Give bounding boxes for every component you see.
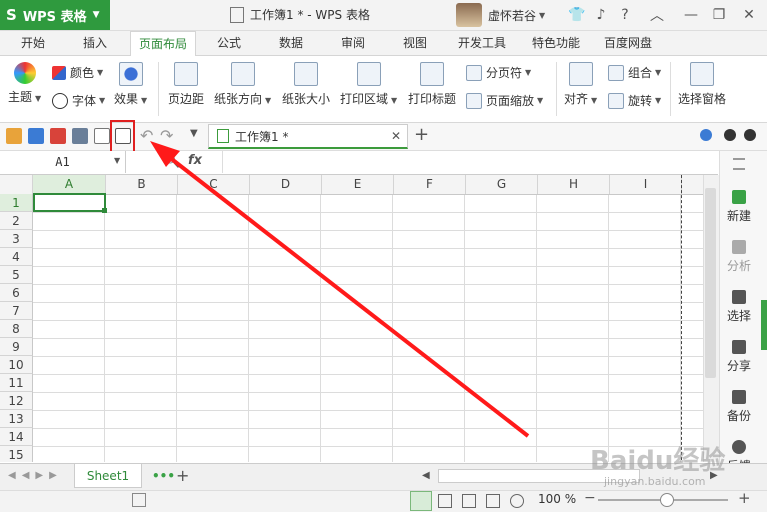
analyze-icon	[732, 240, 746, 254]
normal-view-icon[interactable]	[410, 491, 432, 511]
side-backup-label: 备份	[726, 409, 751, 423]
menu-icon[interactable]	[733, 158, 745, 170]
status-bar	[0, 490, 767, 512]
panel-toggle[interactable]	[761, 300, 767, 350]
feedback-icon	[732, 440, 746, 454]
side-analyze-button[interactable]: 分析	[719, 240, 759, 274]
side-new-label: 新建	[726, 209, 751, 223]
zoom-in-button[interactable]: +	[738, 489, 751, 507]
eye-protection-icon[interactable]	[510, 494, 524, 508]
sheet-tab[interactable]: Sheet1	[74, 464, 142, 488]
zoom-out-button[interactable]: −	[584, 490, 596, 506]
backup-icon	[732, 390, 746, 404]
scroll-left-icon[interactable]: ◀	[422, 470, 430, 481]
zoom-slider-knob[interactable]	[660, 493, 674, 507]
add-sheet-button[interactable]: +	[176, 466, 189, 485]
side-share-button[interactable]: 分享	[719, 340, 759, 374]
select-icon	[732, 290, 746, 304]
side-new-button[interactable]: 新建	[719, 190, 759, 224]
macro-icon[interactable]	[132, 493, 146, 507]
annotation-arrow	[150, 141, 530, 438]
page-layout-view-icon[interactable]	[462, 494, 476, 508]
more-sheets-icon[interactable]: •••	[152, 469, 175, 483]
side-select-label: 选择	[726, 309, 751, 323]
side-analyze-label: 分析	[726, 259, 751, 273]
paper-plane-icon	[732, 340, 746, 354]
side-select-button[interactable]: 选择	[719, 290, 759, 324]
side-share-label: 分享	[726, 359, 751, 373]
page-break-view-icon[interactable]	[438, 494, 452, 508]
reading-mode-icon[interactable]	[486, 494, 500, 508]
watermark-logo: Baidu经验	[590, 446, 726, 476]
new-icon	[732, 190, 746, 204]
zoom-level: 100 %	[538, 492, 577, 506]
scrollbar-thumb[interactable]	[705, 188, 716, 378]
watermark-url: jingyan.baidu.com	[604, 475, 706, 488]
sheet-nav-arrows-icon[interactable]: ◀◀▶▶	[8, 470, 63, 481]
side-backup-button[interactable]: 备份	[719, 390, 759, 424]
